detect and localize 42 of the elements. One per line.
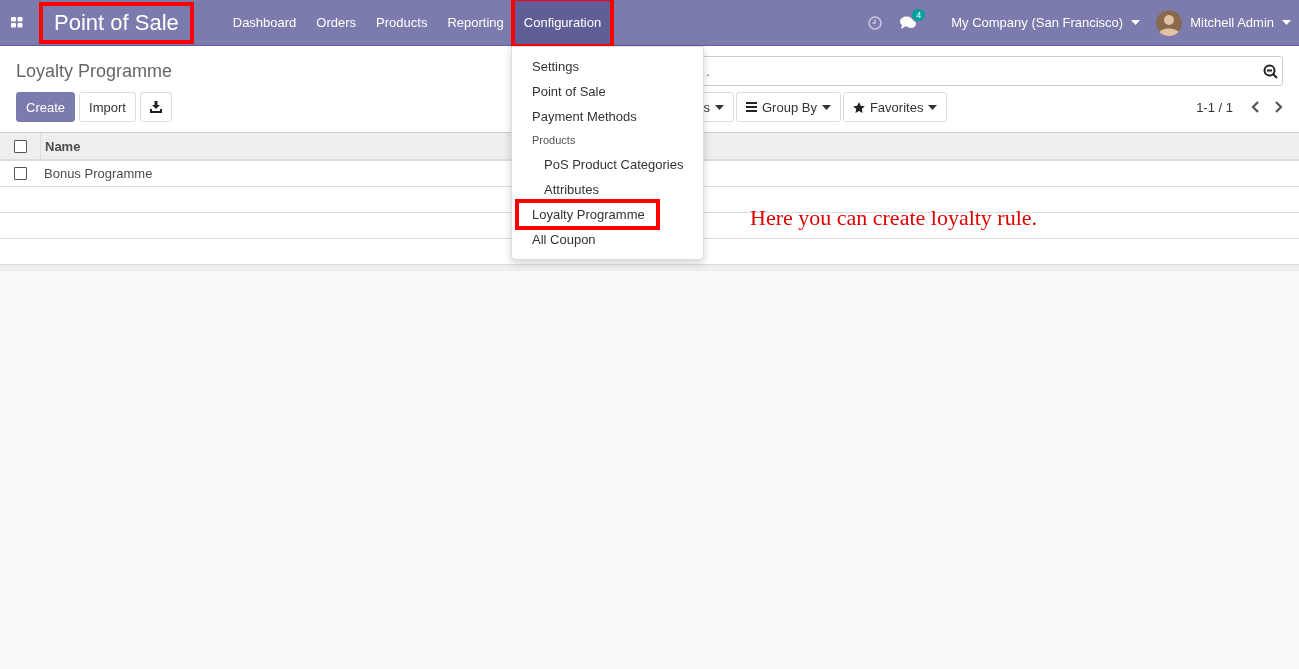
list-icon	[746, 102, 757, 112]
menu-item[interactable]: Orders	[306, 0, 367, 45]
page-title: Loyalty Programme	[16, 59, 174, 83]
column-header[interactable]: Name	[41, 138, 81, 154]
download-icon	[149, 101, 162, 113]
menu-item[interactable]: All Coupon	[512, 227, 604, 252]
menu-item[interactable]: Configuration	[513, 0, 612, 45]
pager-value: 1-1 / 1	[1196, 99, 1233, 115]
app-title[interactable]: Point of Sale	[42, 4, 191, 41]
caret-icon	[821, 104, 831, 110]
apps-grid-icon[interactable]	[11, 17, 23, 28]
chevron-right-icon[interactable]	[1275, 101, 1283, 113]
caret-icon	[928, 104, 938, 110]
import-button[interactable]: Import	[79, 92, 136, 122]
caret-icon	[1131, 20, 1141, 25]
favorites-button[interactable]: Favorites	[842, 92, 948, 122]
chevron-left-icon[interactable]	[1251, 101, 1259, 113]
menu-item[interactable]: Attributes	[512, 177, 607, 202]
message-count-badge: 4	[912, 8, 926, 21]
row-checkbox[interactable]	[13, 167, 27, 180]
annotation-note: Here you can create loyalty rule.	[750, 205, 1038, 231]
company-switcher[interactable]: My Company (San Francisco)	[943, 0, 1149, 45]
menu-item[interactable]: Reporting	[437, 0, 514, 45]
create-button[interactable]: Create	[16, 92, 76, 122]
star-icon	[852, 101, 865, 113]
menu-item[interactable]: Payment Methods	[512, 104, 645, 129]
user-menu[interactable]: Mitchell Admin	[1148, 0, 1299, 45]
menu-item[interactable]: Dashboard	[222, 0, 307, 45]
menu-item[interactable]: PoS Product Categories	[512, 152, 692, 177]
avatar-icon	[1156, 9, 1183, 36]
menu-item[interactable]: Loyalty Programme	[518, 202, 657, 227]
menu-item[interactable]: Settings	[512, 54, 587, 79]
menu-item[interactable]: Products	[366, 0, 438, 45]
table-cell-text: Bonus Programme	[43, 166, 153, 181]
menu-section-header: Products	[531, 133, 577, 148]
group-by-button[interactable]: Group By	[736, 92, 841, 122]
download-button[interactable]	[139, 92, 172, 122]
caret-icon	[1282, 20, 1291, 25]
select-all-checkbox[interactable]	[13, 139, 27, 153]
chat-icon[interactable]	[900, 15, 918, 30]
caret-icon	[715, 104, 724, 110]
search-icon[interactable]	[1263, 63, 1278, 79]
